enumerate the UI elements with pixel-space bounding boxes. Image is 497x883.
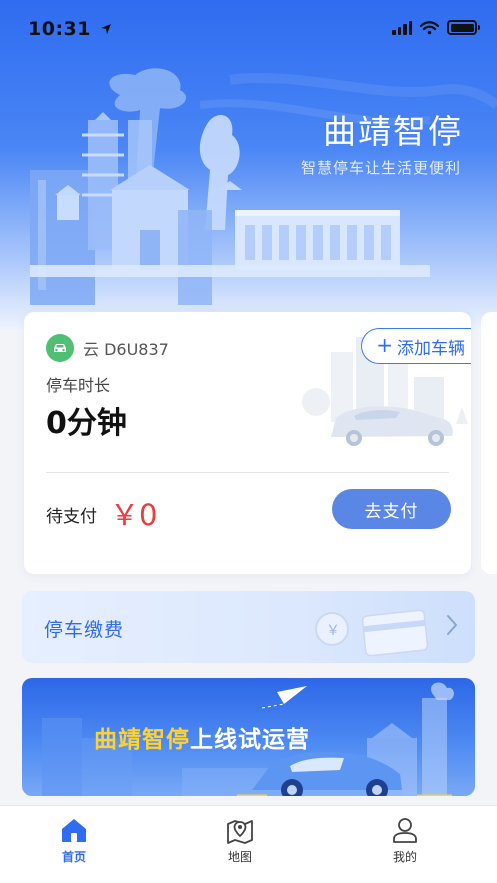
parking-duration-label: 停车时长 [46, 376, 111, 395]
parking-fee-label: 停车缴费 [44, 619, 125, 641]
map-icon [227, 820, 253, 844]
tab-map[interactable]: 地图 [200, 816, 280, 865]
promo-banner[interactable]: 曲靖智停上线试运营 [22, 678, 475, 796]
promo-rest: 上线试运营 [190, 727, 310, 753]
app-title: 曲靖智停 [323, 112, 463, 151]
status-time: 10:31 [28, 18, 112, 40]
svg-text:￥: ￥ [326, 623, 340, 639]
parking-duration-value: 0分钟 [46, 406, 127, 441]
status-bar: 10:31 [0, 0, 497, 58]
wifi-icon [420, 20, 439, 34]
vehicle-card[interactable]: 云 D6U837 + 添加车辆 停车时长 0分钟 待支付 ￥0 去支付 [24, 312, 471, 574]
pending-payment-amount: ￥0 [110, 498, 158, 532]
app-subtitle: 智慧停车让生活更便利 [300, 159, 461, 177]
hero-banner: 10:31 曲靖智停 智慧停车让生活更便利 [0, 0, 497, 330]
user-icon [393, 818, 417, 843]
pending-payment-label: 待支付 [46, 507, 97, 527]
plate-number: 云 D6U837 [83, 340, 169, 359]
pay-button[interactable]: 去支付 [332, 489, 451, 529]
promo-highlight: 曲靖智停 [94, 727, 190, 753]
bottom-tab-bar: 首页 地图 我的 [0, 805, 497, 883]
battery-icon [447, 20, 480, 35]
tab-home[interactable]: 首页 [34, 816, 114, 865]
tab-profile[interactable]: 我的 [365, 816, 445, 865]
payment-card-illustration: ￥ [315, 609, 429, 657]
promo-headline: 曲靖智停上线试运营 [94, 720, 310, 754]
plate-row: 云 D6U837 [46, 334, 169, 362]
tab-profile-label: 我的 [392, 850, 417, 864]
home-icon [62, 819, 86, 842]
parking-fee-entry[interactable]: 停车缴费 ￥ [22, 591, 475, 663]
city-skyline-illustration [30, 68, 497, 305]
next-vehicle-card-peek[interactable] [481, 312, 497, 574]
cellular-signal-icon [392, 20, 412, 35]
plus-icon: + [376, 333, 393, 357]
tab-home-label: 首页 [61, 850, 86, 864]
card-divider [46, 472, 449, 473]
chevron-right-icon [447, 615, 458, 635]
location-arrow-icon [101, 24, 112, 34]
add-vehicle-button[interactable]: + 添加车辆 [361, 328, 471, 364]
car-icon [46, 334, 74, 362]
add-vehicle-label: 添加车辆 [397, 338, 465, 359]
tab-map-label: 地图 [227, 850, 252, 864]
